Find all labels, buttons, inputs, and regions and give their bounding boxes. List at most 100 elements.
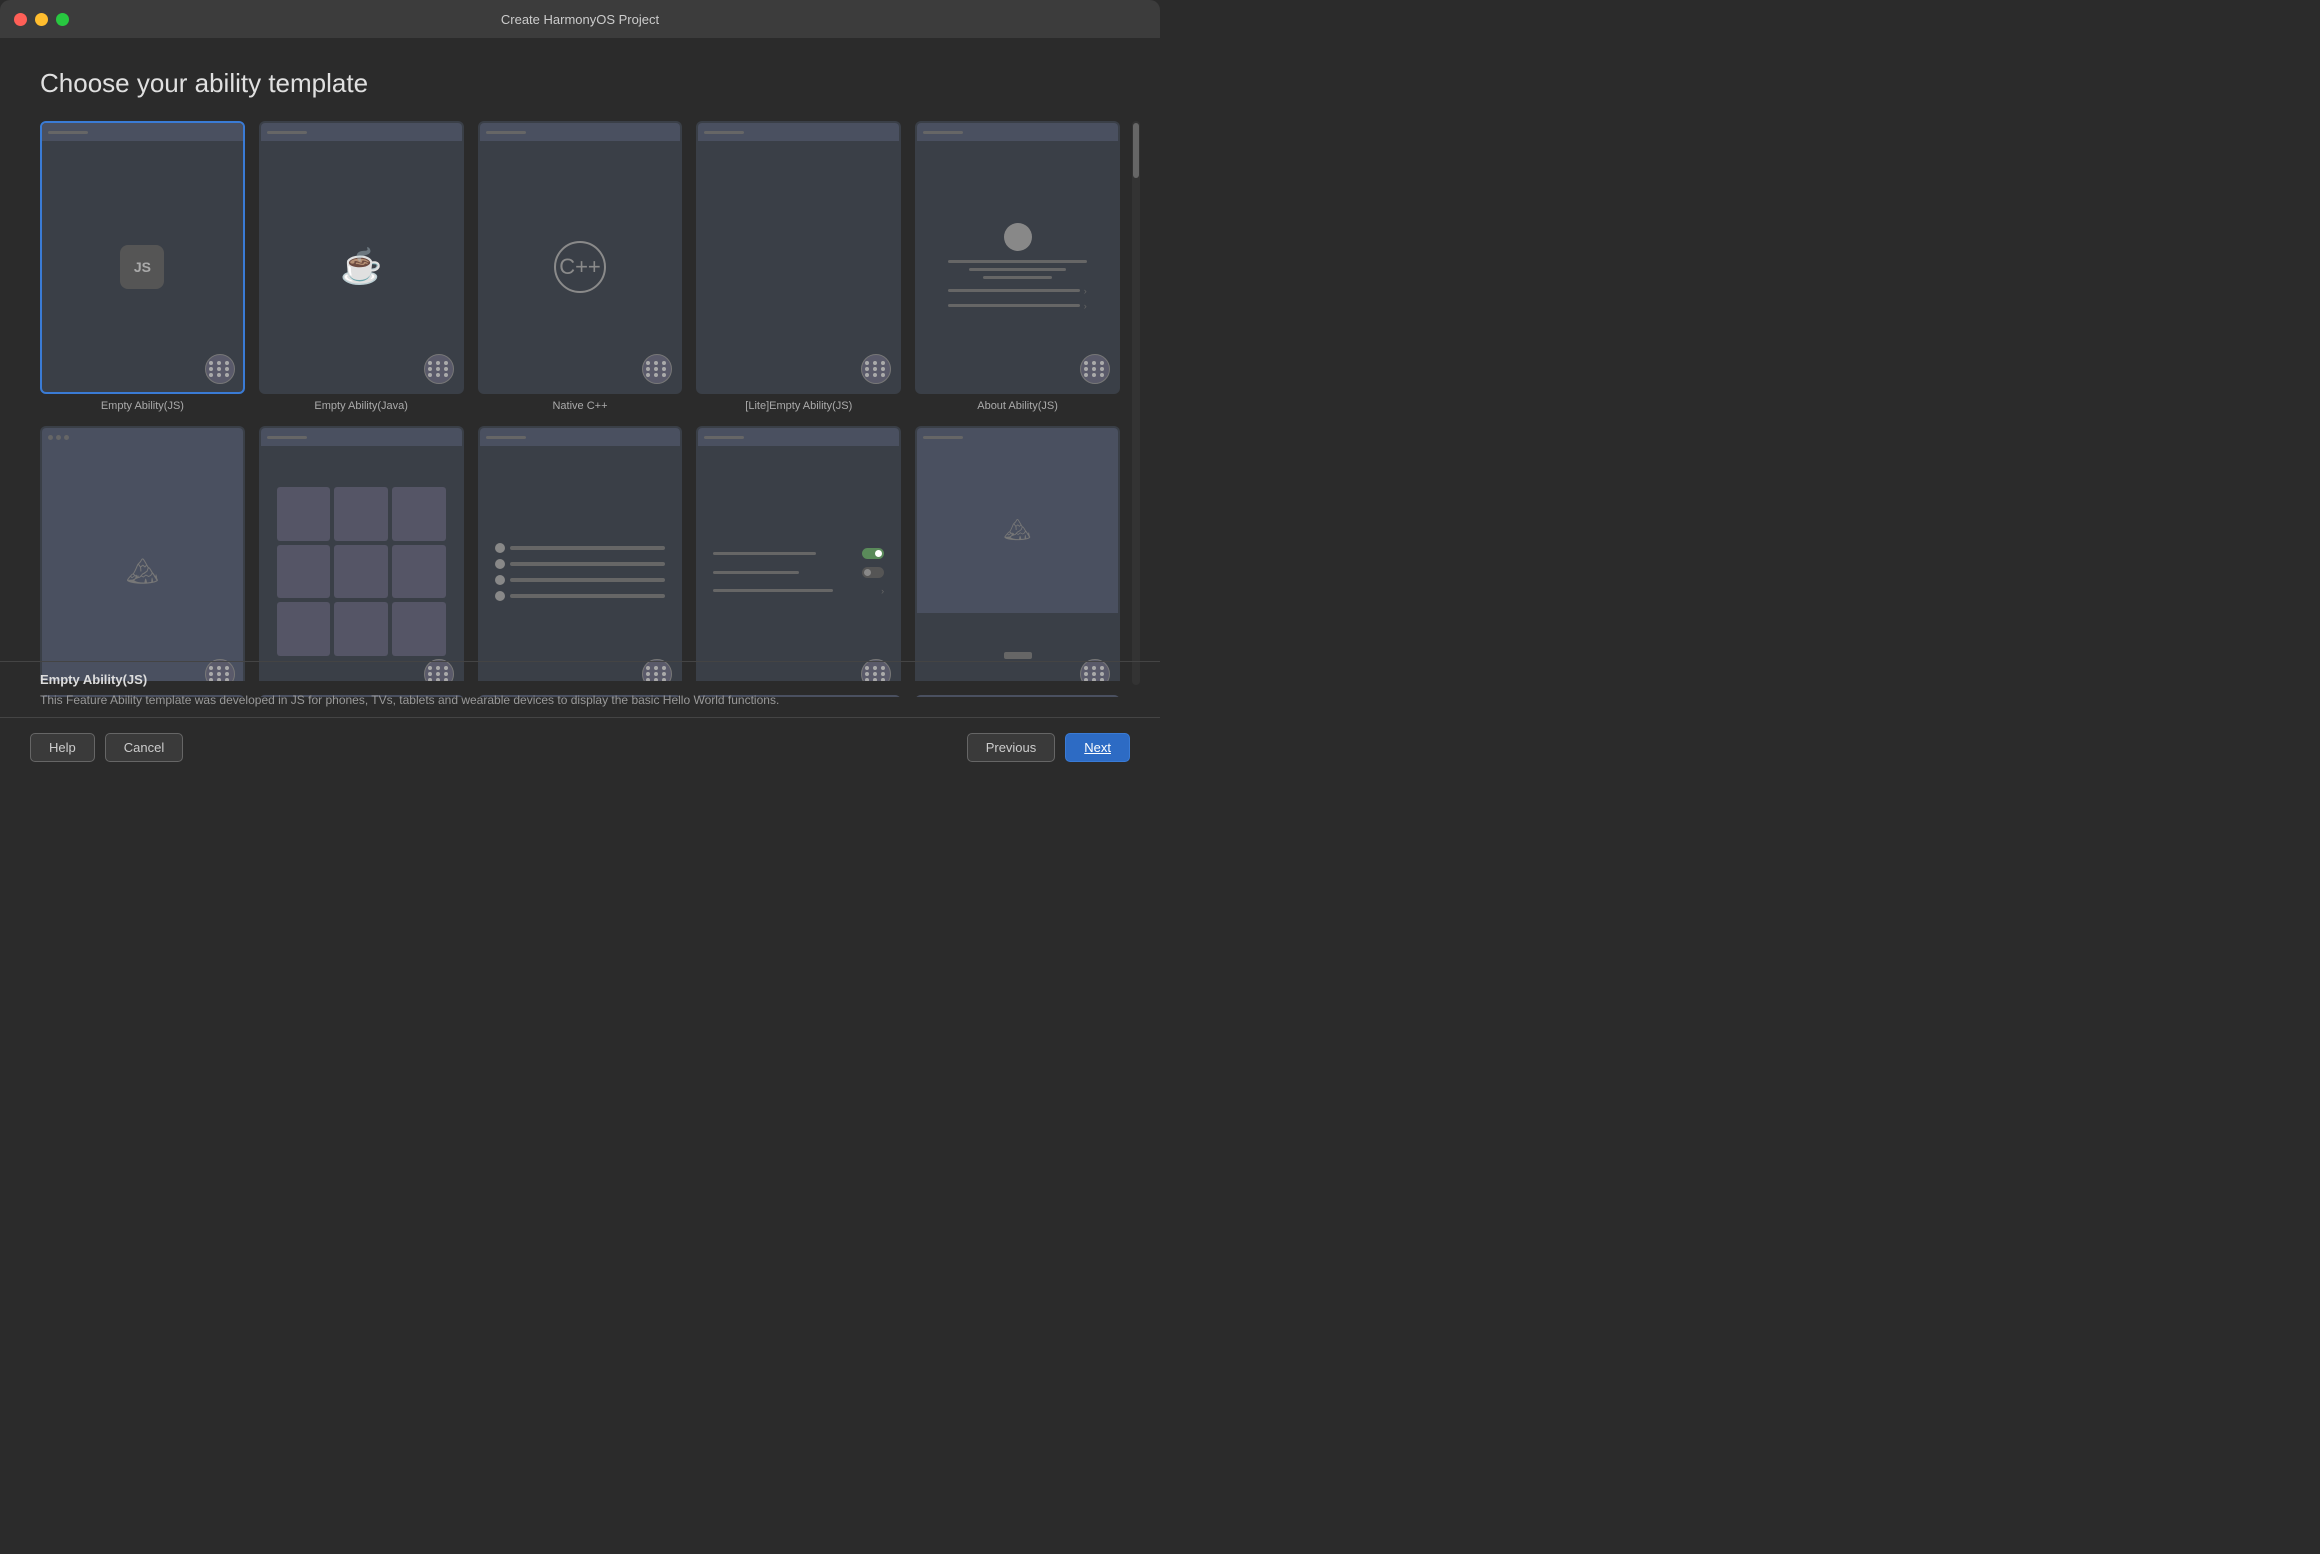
splash-bar [1004,652,1032,659]
header-dot-2 [56,435,61,440]
template-card-lite-empty-js[interactable] [696,121,901,394]
header-line [923,131,963,134]
card-header [698,428,899,446]
title-bar: Create HarmonyOS Project [0,0,1160,38]
about-line-3 [983,276,1052,279]
template-card-fullscreen-js[interactable]: 🏔 [40,426,245,681]
header-line [48,131,88,134]
header-line [923,436,963,439]
template-card-splash-js[interactable]: 🏔 [915,426,1120,681]
template-item-settings-js[interactable]: › Settings Ability(JS) [696,426,901,681]
card-header [480,123,681,141]
next-button[interactable]: Next [1065,733,1130,762]
template-card-empty-js[interactable]: JS [40,121,245,394]
template-label-empty-js: Empty Ability(JS) [101,400,184,412]
card-body: ☕ [261,141,462,392]
template-item-grid-js[interactable]: Grid Ability(JS) [259,426,464,681]
template-label-lite-empty-js: [Lite]Empty Ability(JS) [745,400,852,412]
footer-right: Previous Next [967,733,1130,762]
templates-grid: JS Empty Ability(JS) [40,121,1120,681]
footer: Help Cancel Previous Next [0,717,1160,777]
card-header [261,428,462,446]
toggle-2 [862,567,884,578]
js-icon: JS [120,245,164,289]
template-label-empty-java: Empty Ability(Java) [314,400,408,412]
close-button[interactable] [14,13,27,26]
card-header [42,428,243,446]
about-line-4 [948,289,1079,292]
previous-button[interactable]: Previous [967,733,1056,762]
card-body: 🏔 [917,446,1118,681]
about-line-5 [948,304,1079,307]
about-preview: › › [948,223,1086,311]
card-header [917,428,1118,446]
coffee-icon: ☕ [340,247,382,287]
template-card-grid-js[interactable] [259,426,464,681]
template-item-empty-js[interactable]: JS Empty Ability(JS) [40,121,245,412]
description-area: Empty Ability(JS) This Feature Ability t… [0,661,1160,717]
template-card-native-cpp[interactable]: C++ [478,121,683,394]
card-body: JS [42,141,243,392]
header-dot-1 [48,435,53,440]
about-avatar [1004,223,1032,251]
toggle-1 [862,548,884,559]
header-line [267,131,307,134]
scrollbar-track [1132,121,1140,685]
template-label-native-cpp: Native C++ [552,400,607,412]
page-title: Choose your ability template [40,68,1120,99]
header-line [704,131,744,134]
chevron-icon-2: › [1084,301,1087,311]
image-icon: 🏔 [126,556,159,587]
header-line [704,436,744,439]
header-line [267,436,307,439]
template-item-lite-empty-js[interactable]: [Lite]Empty Ability(JS) [696,121,901,412]
chevron-icon: › [1084,286,1087,296]
card-header [261,123,462,141]
card-body [480,446,681,681]
card-body: › [698,446,899,681]
scrollbar-thumb[interactable] [1133,123,1139,178]
template-card-about-js[interactable]: › › [915,121,1120,394]
header-dot-3 [64,435,69,440]
card-body: 🏔 [42,446,243,681]
card-header [917,123,1118,141]
template-item-listtab-js[interactable]: List Tab Ability(JS) [478,426,683,681]
help-button[interactable]: Help [30,733,95,762]
template-item-empty-java[interactable]: ☕ Empty Ability(Java) [259,121,464,412]
card-header [42,123,243,141]
window-title: Create HarmonyOS Project [501,12,659,27]
template-item-native-cpp[interactable]: C++ Native C++ [478,121,683,412]
cpp-icon: C++ [554,241,606,293]
template-item-about-js[interactable]: › › [915,121,1120,412]
maximize-button[interactable] [56,13,69,26]
list-preview [495,543,666,601]
template-card-settings-js[interactable]: › [696,426,901,681]
template-label-about-js: About Ability(JS) [977,400,1058,412]
cancel-button[interactable]: Cancel [105,733,183,762]
window-controls [14,13,69,26]
description-title: Empty Ability(JS) [40,672,1120,687]
card-body [261,446,462,681]
settings-preview: › [713,548,884,596]
header-line [486,436,526,439]
card-header [698,123,899,141]
footer-left: Help Cancel [30,733,183,762]
template-card-listtab-js[interactable] [478,426,683,681]
card-header [480,428,681,446]
template-item-fullscreen-js[interactable]: 🏔 Full Screen Ability(JS) [40,426,245,681]
grid-preview [271,481,452,662]
template-card-empty-java[interactable]: ☕ [259,121,464,394]
platform-badge [424,354,454,384]
header-line [486,131,526,134]
mountain-icon: 🏔 [1004,517,1032,543]
platform-badge [205,354,235,384]
templates-area: JS Empty Ability(JS) [40,121,1120,697]
template-item-splash-js[interactable]: 🏔 Splash Screen Ability( [915,426,1120,681]
minimize-button[interactable] [35,13,48,26]
next-label: Next [1084,740,1111,755]
splash-top: 🏔 [917,446,1118,613]
platform-badge [1080,354,1110,384]
cancel-label: Cancel [124,740,164,755]
fullscreen-bg: 🏔 [42,446,243,681]
about-line-1 [948,260,1086,263]
